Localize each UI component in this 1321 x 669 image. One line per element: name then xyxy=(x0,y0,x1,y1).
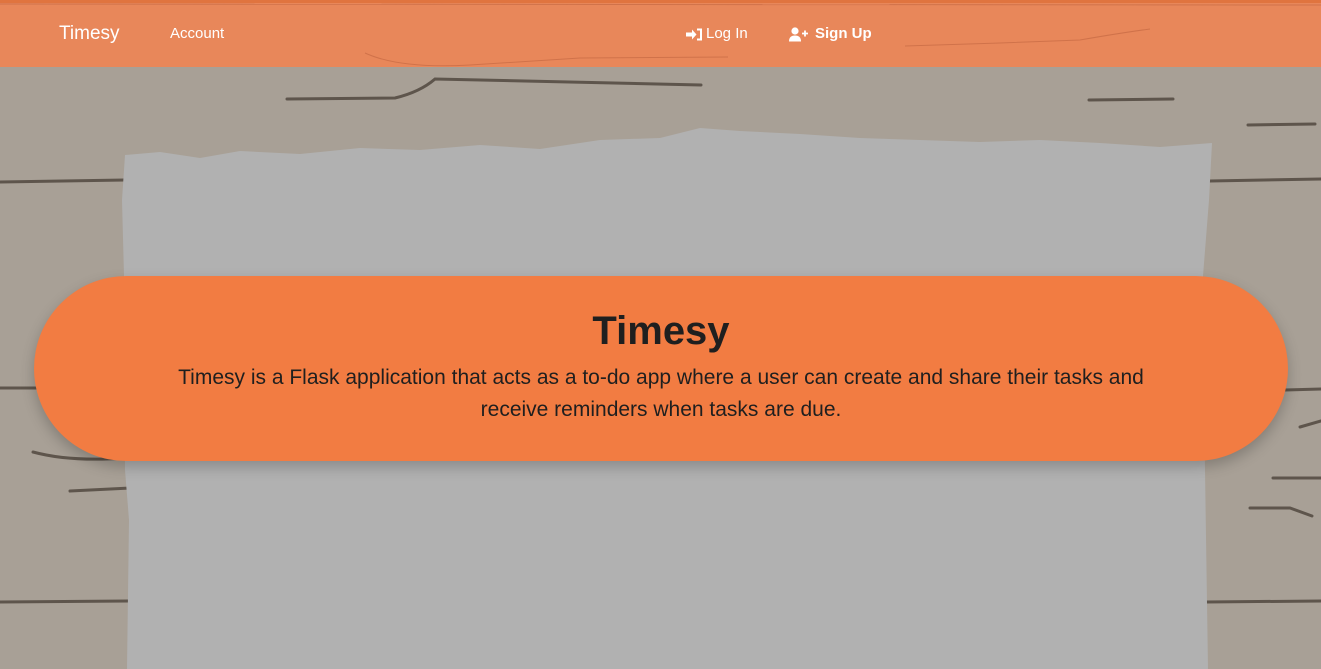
nav-login-link[interactable]: Log In xyxy=(686,25,748,43)
nav-account-link[interactable]: Account xyxy=(170,25,224,43)
nav-signup-link[interactable]: Sign Up xyxy=(789,25,872,43)
sign-in-icon xyxy=(686,28,703,41)
hero-banner: Timesy Timesy is a Flask application tha… xyxy=(34,276,1288,461)
top-navbar: Timesy Account Log In Sign Up xyxy=(0,0,1321,67)
nav-login-label: Log In xyxy=(706,25,748,42)
brand-link[interactable]: Timesy xyxy=(59,23,120,45)
user-plus-icon xyxy=(789,26,810,42)
hero-title: Timesy xyxy=(592,309,730,353)
nav-signup-label: Sign Up xyxy=(815,25,872,42)
hero-description: Timesy is a Flask application that acts … xyxy=(178,366,1144,421)
